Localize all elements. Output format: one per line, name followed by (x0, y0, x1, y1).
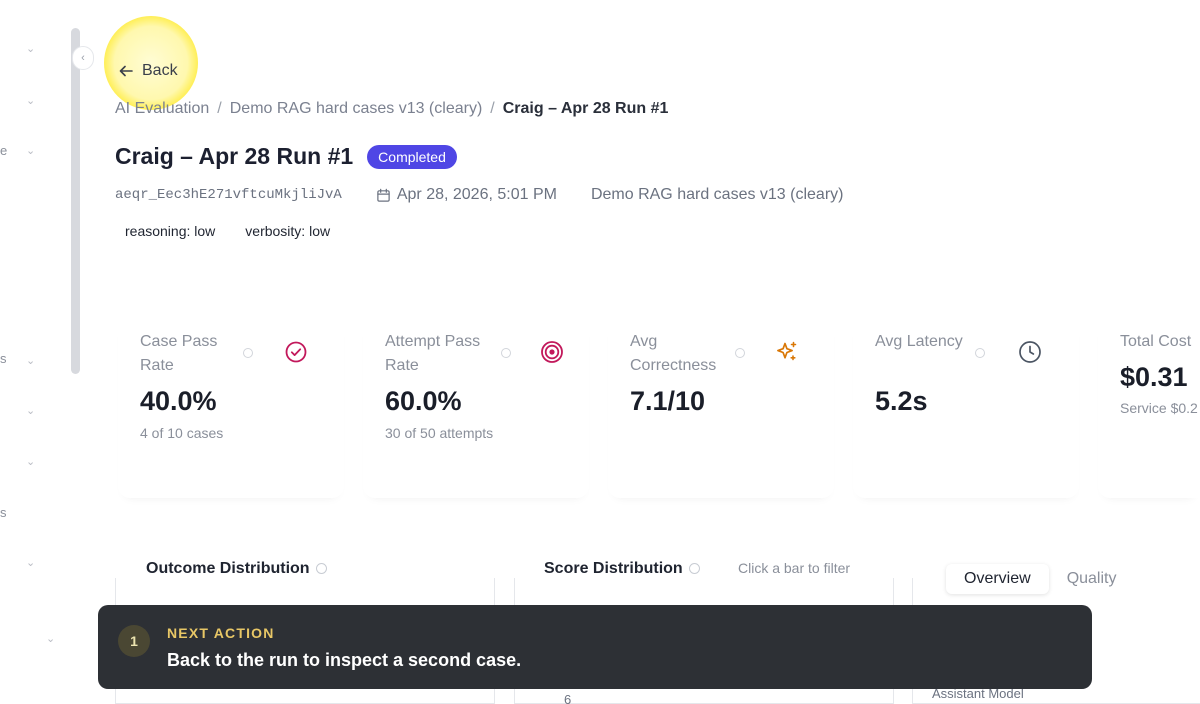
score-filter-hint: Click a bar to filter (738, 560, 851, 576)
breadcrumb-separator: / (490, 100, 495, 117)
info-icon[interactable] (975, 348, 985, 358)
breadcrumb: AI Evaluation / Demo RAG hard cases v13 … (115, 100, 668, 118)
metric-value: 60.0% (385, 386, 462, 416)
run-tags: reasoning: low verbosity: low (115, 222, 340, 240)
tab-quality[interactable]: Quality (1049, 564, 1135, 594)
run-date: Apr 28, 2026, 5:01 PM (376, 186, 557, 204)
info-icon[interactable] (243, 348, 253, 358)
metric-card-avg-correctness: Avg Correctness 7.1/10 (608, 318, 834, 498)
check-circle-icon (285, 341, 307, 363)
run-dataset[interactable]: Demo RAG hard cases v13 (cleary) (591, 186, 844, 204)
arrow-left-icon (119, 65, 133, 77)
metric-sub: 30 of 50 attempts (385, 425, 494, 441)
metric-value: $0.31 (1120, 362, 1188, 392)
metric-card-total-cost: Total Cost $0.31 Service $0.2 (1098, 318, 1200, 498)
outcome-distribution-label: Outcome Distribution (146, 560, 310, 577)
info-icon[interactable] (501, 348, 511, 358)
chevron-down-icon[interactable]: ⌄ (26, 42, 35, 55)
sidebar-label-fragment: s (0, 351, 7, 366)
toast-kicker: NEXT ACTION (167, 625, 275, 641)
toast-message: Back to the run to inspect a second case… (167, 650, 522, 670)
step-number-badge: 1 (118, 625, 150, 657)
tag-reasoning: reasoning: low (125, 223, 216, 239)
metric-card-attempt-pass-rate: Attempt Pass Rate 60.0% 30 of 50 attempt… (363, 318, 589, 498)
target-icon (541, 341, 563, 363)
run-date-text: Apr 28, 2026, 5:01 PM (396, 186, 557, 203)
back-label: Back (142, 62, 178, 79)
sidebar-label-fragment: e (0, 143, 8, 158)
back-button[interactable]: Back (118, 62, 178, 80)
breadcrumb-separator: / (217, 100, 222, 117)
metric-label: Total Cost (1120, 333, 1192, 350)
sidebar-label-fragment: s (0, 505, 7, 520)
metric-value: 5.2s (875, 386, 928, 416)
metric-label: Avg Correctness (630, 333, 717, 374)
chevron-down-icon[interactable]: ⌄ (26, 455, 35, 468)
calendar-icon (377, 188, 390, 202)
collapse-sidebar-button[interactable]: ‹ (72, 46, 94, 70)
sidebar: ⌄ ⌄ ⌄ e ⌄ s ⌄ ⌄ s ⌄ ⌄ (0, 0, 70, 704)
metric-value: 40.0% (140, 386, 217, 416)
status-badge: Completed (367, 144, 457, 169)
chevron-left-icon: ‹ (81, 52, 85, 64)
sidebar-scrollbar[interactable] (71, 28, 80, 374)
metric-label: Avg Latency (875, 333, 963, 350)
breadcrumb-item-dataset[interactable]: Demo RAG hard cases v13 (cleary) (230, 100, 483, 118)
metric-card-avg-latency: Avg Latency 5.2s (853, 318, 1079, 498)
score-distribution-label: Score Distribution (544, 560, 683, 577)
page-title: Craig – Apr 28 Run #1 (115, 143, 354, 169)
details-tabs: Overview Quality (946, 564, 1134, 594)
score-distribution-title: Score Distribution (544, 560, 700, 578)
metric-sub: 4 of 10 cases (140, 425, 224, 441)
chevron-down-icon[interactable]: ⌄ (26, 354, 35, 367)
info-icon[interactable] (688, 563, 700, 575)
outcome-distribution-title: Outcome Distribution (146, 560, 327, 578)
chevron-down-icon[interactable]: ⌄ (46, 632, 55, 645)
run-id: aeqr_Eec3hE271vftcuMkjliJvA (115, 187, 342, 203)
metric-label: Attempt Pass Rate (385, 333, 481, 374)
metric-sub: Service $0.2 (1120, 400, 1198, 416)
info-icon[interactable] (735, 348, 745, 358)
tag-verbosity: verbosity: low (245, 223, 331, 239)
chevron-down-icon[interactable]: ⌄ (26, 94, 35, 107)
chevron-down-icon[interactable]: ⌄ (26, 144, 35, 157)
clock-icon (1019, 341, 1041, 363)
info-icon[interactable] (315, 563, 327, 575)
tab-overview[interactable]: Overview (946, 564, 1049, 594)
breadcrumb-item-ai-evaluation[interactable]: AI Evaluation (115, 100, 209, 118)
sparkles-icon (777, 341, 797, 361)
chevron-down-icon[interactable]: ⌄ (26, 404, 35, 417)
axis-tick-label: 6 (564, 692, 572, 704)
metric-value: 7.1/10 (630, 386, 706, 416)
breadcrumb-item-current: Craig – Apr 28 Run #1 (502, 100, 669, 117)
title-row: Craig – Apr 28 Run #1 Completed (115, 143, 457, 170)
run-meta: aeqr_Eec3hE271vftcuMkjliJvA Apr 28, 2026… (115, 186, 843, 204)
metric-card-case-pass-rate: Case Pass Rate 40.0% 4 of 10 cases (118, 318, 344, 498)
metric-label: Case Pass Rate (140, 333, 218, 374)
next-action-toast: 1 NEXT ACTION Back to the run to inspect… (98, 605, 1092, 689)
chevron-down-icon[interactable]: ⌄ (26, 556, 35, 569)
